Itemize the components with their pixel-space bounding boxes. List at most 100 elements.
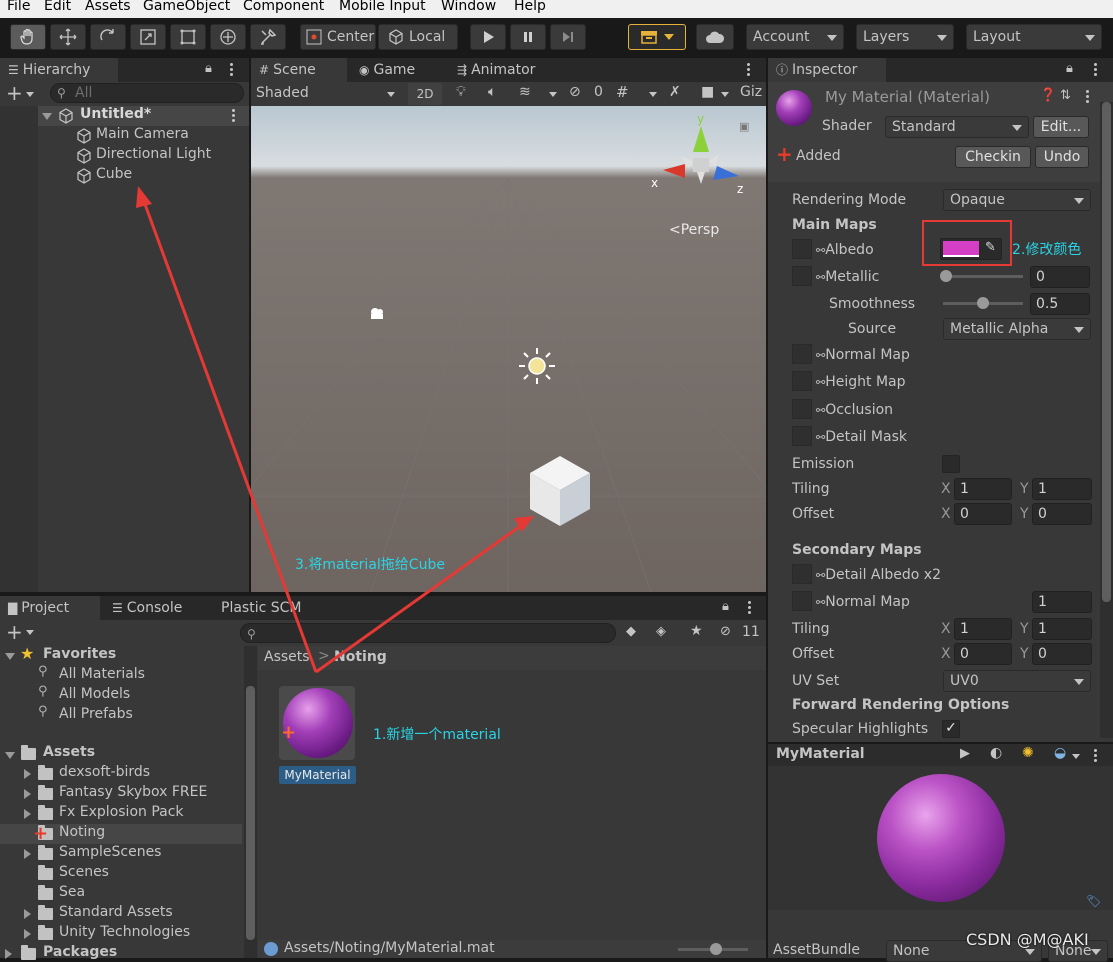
space-local-button[interactable]: Local	[378, 24, 458, 50]
height-map-texture-slot[interactable]	[792, 371, 812, 391]
chevron-down-icon[interactable]	[649, 92, 657, 97]
hierarchy-search-input[interactable]: ⚲ All	[50, 83, 244, 103]
label-icon[interactable]: ◈	[656, 624, 666, 639]
smoothness-value-field[interactable]: 0.5	[1030, 293, 1090, 315]
folder-item[interactable]: Scenes	[59, 864, 109, 880]
expand-arrow-icon[interactable]	[5, 752, 15, 759]
collab-button[interactable]	[628, 24, 686, 50]
scale-tool-button[interactable]	[130, 24, 166, 50]
expand-arrow-icon[interactable]	[24, 769, 31, 779]
expand-arrow-icon[interactable]	[24, 849, 31, 859]
star-icon[interactable]: ★	[690, 623, 703, 639]
project-search-input[interactable]: ⚲	[240, 623, 616, 643]
sphere-shape-icon[interactable]: ◐	[990, 745, 1002, 761]
gizmos-dropdown[interactable]: Giz	[740, 84, 762, 100]
layout-dropdown[interactable]: Layout	[966, 24, 1102, 50]
folder-item[interactable]: Sea	[59, 884, 85, 900]
expand-arrow-icon[interactable]	[42, 113, 52, 120]
tiling-y-field[interactable]: 1	[1032, 478, 1092, 500]
chevron-down-icon[interactable]	[26, 630, 34, 635]
scene-more-icon[interactable]	[232, 109, 235, 122]
offset-y-field[interactable]: 0	[1032, 503, 1092, 525]
occlusion-texture-slot[interactable]	[792, 399, 812, 419]
metallic-texture-slot[interactable]	[792, 266, 812, 286]
metallic-value-field[interactable]: 0	[1030, 266, 1090, 288]
play-icon[interactable]: ▶	[960, 746, 970, 761]
move-tool-button[interactable]	[50, 24, 86, 50]
add-icon[interactable]: +	[6, 82, 23, 104]
asset-name-label[interactable]: MyMaterial	[279, 766, 356, 784]
expand-arrow-icon[interactable]	[24, 909, 31, 919]
menu-mobile-input[interactable]: Mobile Input	[339, 0, 426, 13]
search-by-type-icon[interactable]: ◆	[626, 624, 636, 639]
folder-item[interactable]: Noting	[59, 824, 105, 840]
secondary-offset-x-field[interactable]: 0	[954, 643, 1012, 665]
light-gizmo-icon[interactable]	[517, 346, 557, 386]
secondary-normal-map-texture-slot[interactable]	[792, 591, 812, 611]
projection-label[interactable]: <Persp	[669, 222, 719, 238]
toggle-2d-button[interactable]: 2D	[408, 83, 442, 105]
lighting-icon[interactable]: 💡︎	[456, 84, 466, 100]
expand-arrow-icon[interactable]	[24, 789, 31, 799]
expand-arrow-icon[interactable]	[5, 653, 15, 660]
folder-item[interactable]: Fx Explosion Pack	[59, 804, 184, 820]
detail-albedo-texture-slot[interactable]	[792, 564, 812, 584]
help-icon[interactable]: ❓	[1040, 88, 1056, 103]
favorites-title[interactable]: Favorites	[43, 646, 116, 662]
audio-icon[interactable]: 🔈︎	[488, 84, 496, 100]
secondary-offset-y-field[interactable]: 0	[1032, 643, 1092, 665]
lock-icon[interactable]: 🔒︎	[722, 599, 729, 614]
folder-item[interactable]: SampleScenes	[59, 844, 161, 860]
scene-viewport[interactable]: y x z ▣ <Persp 3.将material拖给Cube	[251, 106, 766, 592]
chevron-down-icon[interactable]	[1072, 754, 1080, 759]
tab-hierarchy[interactable]: ☰ Hierarchy	[0, 58, 118, 82]
orientation-gizmo[interactable]	[649, 116, 749, 206]
chevron-down-icon[interactable]	[549, 92, 557, 97]
tab-animator[interactable]: ⇶ Animator	[449, 58, 559, 82]
tab-console[interactable]: ☰ Console	[104, 596, 208, 620]
specular-highlights-checkbox[interactable]: ✓	[942, 720, 960, 738]
cube-object[interactable]	[527, 456, 593, 530]
edit-shader-button[interactable]: Edit...	[1033, 116, 1089, 138]
tools-icon[interactable]: ✗	[669, 84, 681, 100]
hidden-objects-icon[interactable]: ⊘	[569, 84, 581, 100]
smoothness-slider-knob[interactable]	[977, 297, 989, 309]
add-icon[interactable]: +	[6, 621, 23, 643]
metallic-slider[interactable]	[943, 275, 1023, 278]
metallic-slider-knob[interactable]	[940, 270, 952, 282]
presets-icon[interactable]: ⇅	[1060, 88, 1071, 103]
preview-more-icon[interactable]	[1094, 749, 1097, 762]
tab-plastic-scm[interactable]: Plastic SCM	[213, 596, 323, 620]
tab-inspector[interactable]: ⓘ Inspector	[768, 58, 886, 82]
play-button[interactable]	[470, 24, 506, 50]
breadcrumb-root[interactable]: Assets	[264, 649, 310, 665]
inspector-scrollbar-thumb[interactable]	[1102, 102, 1111, 602]
secondary-normal-scale-field[interactable]: 1	[1032, 591, 1092, 613]
folder-item[interactable]: dexsoft-birds	[59, 764, 150, 780]
favorite-item[interactable]: All Models	[59, 686, 130, 702]
pause-button[interactable]	[510, 24, 546, 50]
camera-icon[interactable]: ■	[701, 84, 714, 100]
chevron-down-icon[interactable]	[26, 92, 34, 97]
zoom-slider-knob[interactable]	[710, 943, 722, 955]
detail-mask-texture-slot[interactable]	[792, 426, 812, 446]
undo-button[interactable]: Undo	[1035, 146, 1089, 168]
lock-icon[interactable]: 🔒︎	[1066, 61, 1073, 76]
secondary-tiling-y-field[interactable]: 1	[1032, 618, 1092, 640]
tab-project[interactable]: ▇ Project	[0, 596, 100, 620]
tab-scene[interactable]: # Scene	[251, 58, 347, 82]
rect-tool-button[interactable]	[170, 24, 206, 50]
account-dropdown[interactable]: Account	[746, 24, 844, 50]
tiling-x-field[interactable]: 1	[954, 478, 1012, 500]
lighting-icon[interactable]: ✺	[1022, 745, 1034, 761]
emission-checkbox[interactable]	[942, 455, 960, 473]
folder-item[interactable]: Fantasy Skybox FREE	[59, 784, 207, 800]
menu-gameobject[interactable]: GameObject	[143, 0, 230, 13]
more-menu-icon[interactable]	[230, 63, 233, 76]
step-button[interactable]	[550, 24, 586, 50]
effects-icon[interactable]: ≋	[519, 84, 531, 100]
component-menu-icon[interactable]	[1086, 90, 1089, 103]
tab-game[interactable]: ◉ Game	[351, 58, 447, 82]
inspector-scrollbar[interactable]	[1100, 102, 1113, 738]
layers-dropdown[interactable]: Layers	[856, 24, 954, 50]
